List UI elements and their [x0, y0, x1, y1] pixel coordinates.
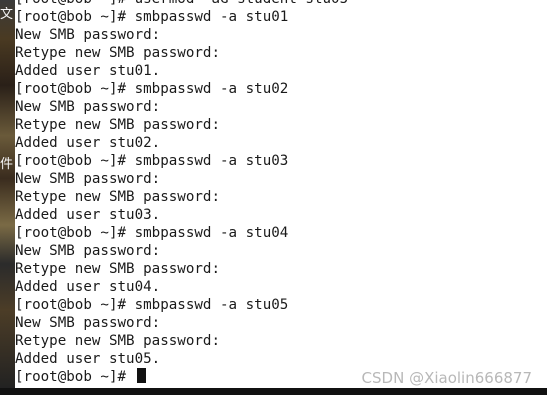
- terminal-line: [root@bob ~]# smbpasswd -a stu03: [15, 153, 289, 169]
- terminal-line: [root@bob ~]# smbpasswd -a stu02: [15, 81, 289, 97]
- desktop-icon-label[interactable]: 文: [0, 7, 15, 22]
- terminal-prompt-line[interactable]: [root@bob ~]#: [15, 368, 146, 386]
- terminal-line: New SMB password:: [15, 171, 161, 187]
- terminal-line: New SMB password:: [15, 315, 161, 331]
- screen: 文 件 [root@bob ~]# usermod -aG student st…: [0, 0, 547, 395]
- taskbar-edge: [0, 388, 547, 395]
- terminal-line: Added user stu04.: [15, 279, 161, 295]
- terminal-line: Added user stu02.: [15, 135, 161, 151]
- watermark: CSDN @Xiaolin666877: [361, 369, 532, 387]
- terminal-line: Retype new SMB password:: [15, 333, 220, 349]
- terminal-line: Retype new SMB password:: [15, 189, 220, 205]
- text-cursor: [136, 368, 146, 383]
- terminal-line: Retype new SMB password:: [15, 45, 220, 61]
- terminal-line: [root@bob ~]# smbpasswd -a stu04: [15, 225, 289, 241]
- terminal-line: Retype new SMB password:: [15, 261, 220, 277]
- terminal-line: New SMB password:: [15, 27, 161, 43]
- terminal-prompt: [root@bob ~]#: [15, 369, 135, 385]
- terminal-line: [root@bob ~]# smbpasswd -a stu01: [15, 9, 289, 25]
- terminal-line: New SMB password:: [15, 243, 161, 259]
- desktop-icon-label[interactable]: 件: [0, 157, 15, 172]
- terminal-line: Added user stu01.: [15, 63, 161, 79]
- terminal-line: [root@bob ~]# usermod -aG student stu05: [15, 0, 348, 8]
- desktop-background: 文 件: [0, 0, 15, 388]
- terminal-line: Retype new SMB password:: [15, 117, 220, 133]
- terminal-line: [root@bob ~]# smbpasswd -a stu05: [15, 297, 289, 313]
- terminal-line: New SMB password:: [15, 99, 161, 115]
- terminal-line: Added user stu05.: [15, 351, 161, 367]
- terminal-line: Added user stu03.: [15, 207, 161, 223]
- terminal-window[interactable]: [root@bob ~]# usermod -aG student stu05 …: [15, 0, 547, 388]
